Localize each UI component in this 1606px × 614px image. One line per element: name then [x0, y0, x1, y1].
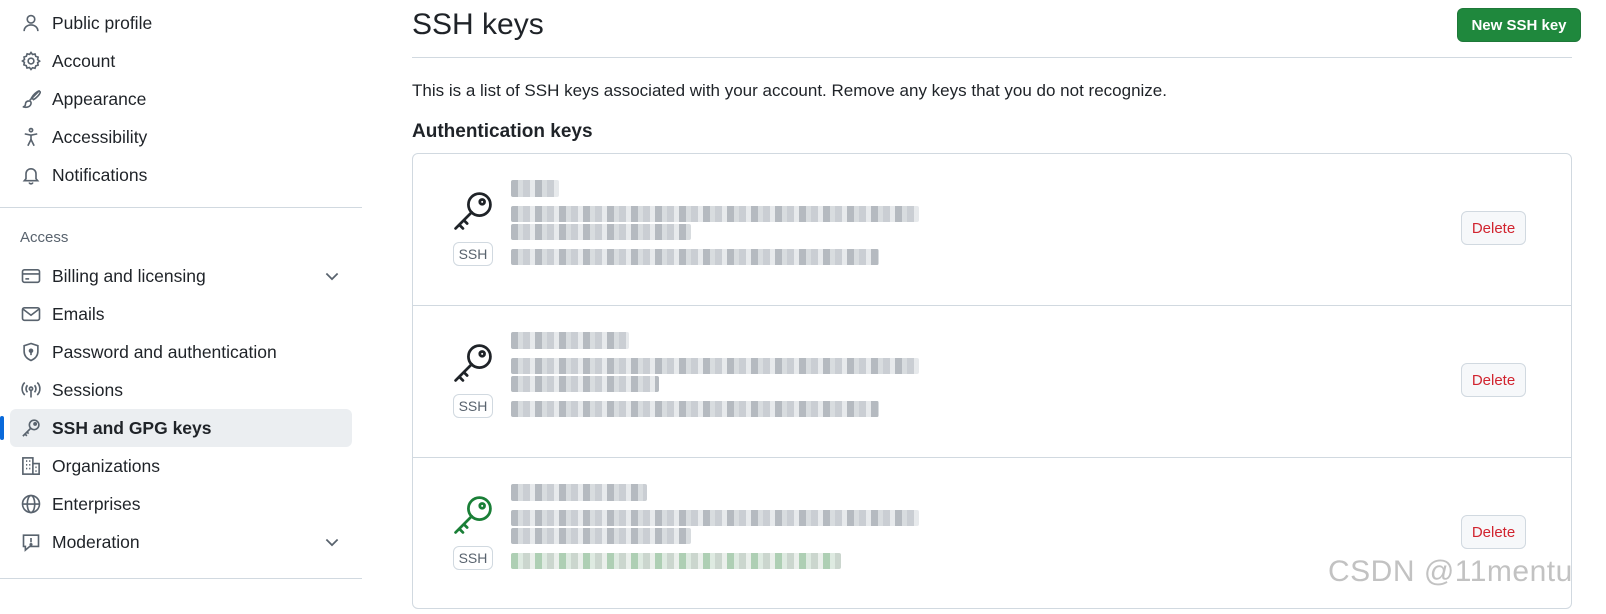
- sidebar-item-label: SSH and GPG keys: [52, 417, 212, 438]
- sidebar-item-accessibility[interactable]: Accessibility: [10, 118, 352, 156]
- section-heading: Authentication keys: [412, 121, 593, 142]
- sidebar-item-label: Moderation: [52, 531, 140, 552]
- bell-icon: [20, 164, 42, 186]
- sidebar-item-label: Emails: [52, 303, 105, 324]
- ssh-badge: SSH: [453, 546, 493, 570]
- settings-sidebar: Public profile Account Appearance Access…: [0, 0, 362, 614]
- key-row: SSH Delete: [413, 154, 1571, 306]
- key-title-redacted: [511, 180, 559, 197]
- sidebar-item-moderation[interactable]: Moderation: [10, 523, 352, 561]
- sidebar-item-label: Appearance: [52, 88, 147, 109]
- key-meta-redacted: [511, 249, 879, 265]
- ssh-keys-settings-page: Public profile Account Appearance Access…: [0, 0, 1606, 614]
- sidebar-item-label: Password and authentication: [52, 341, 277, 362]
- key-meta-redacted: [511, 553, 841, 569]
- key-details-redacted: [511, 484, 941, 578]
- ssh-badge: SSH: [453, 242, 493, 266]
- sidebar-item-ssh-gpg-keys[interactable]: SSH and GPG keys: [0, 409, 352, 447]
- sidebar-item-password-auth[interactable]: Password and authentication: [10, 333, 352, 371]
- sidebar-item-label: Notifications: [52, 164, 148, 185]
- key-row: SSH Delete: [413, 306, 1571, 458]
- sidebar-item-label: Billing and licensing: [52, 265, 206, 286]
- authentication-keys-list: SSH Delete SSH Delete SSH Delete: [412, 153, 1572, 609]
- gear-icon: [20, 50, 42, 72]
- sidebar-top-group: Public profile Account Appearance Access…: [0, 4, 362, 194]
- shield-lock-icon: [20, 341, 42, 363]
- sidebar-item-label: Public profile: [52, 12, 153, 33]
- new-ssh-key-button[interactable]: New SSH key: [1457, 8, 1581, 42]
- sidebar-item-emails[interactable]: Emails: [10, 295, 352, 333]
- ssh-badge: SSH: [453, 394, 493, 418]
- sidebar-item-sessions[interactable]: Sessions: [10, 371, 352, 409]
- key-icon: [454, 192, 492, 230]
- key-title-redacted: [511, 484, 647, 501]
- key-fingerprint-redacted: [511, 528, 691, 544]
- accessibility-icon: [20, 126, 42, 148]
- key-fingerprint-redacted: [511, 376, 659, 392]
- sidebar-item-label: Account: [52, 50, 116, 71]
- delete-key-button[interactable]: Delete: [1461, 515, 1526, 549]
- delete-key-button[interactable]: Delete: [1461, 211, 1526, 245]
- report-icon: [20, 531, 42, 553]
- organization-icon: [20, 455, 42, 477]
- sidebar-divider: [0, 207, 362, 208]
- key-icon: [20, 417, 42, 439]
- key-title-redacted: [511, 332, 629, 349]
- broadcast-icon: [20, 379, 42, 401]
- sidebar-section-access: Access: [20, 229, 69, 246]
- key-fingerprint-redacted: [511, 224, 691, 240]
- paintbrush-icon: [20, 88, 42, 110]
- sidebar-item-public-profile[interactable]: Public profile: [10, 4, 352, 42]
- delete-key-button[interactable]: Delete: [1461, 363, 1526, 397]
- chevron-down-icon[interactable]: [322, 266, 342, 286]
- key-icon: [454, 344, 492, 382]
- intro-text: This is a list of SSH keys associated wi…: [412, 81, 1167, 100]
- key-fingerprint-redacted: [511, 206, 919, 222]
- globe-icon: [20, 493, 42, 515]
- title-divider: [412, 57, 1572, 58]
- chevron-down-icon[interactable]: [322, 532, 342, 552]
- key-details-redacted: [511, 332, 941, 426]
- page-title: SSH keys: [412, 8, 544, 41]
- key-details-redacted: [511, 180, 941, 274]
- sidebar-divider: [0, 578, 362, 579]
- sidebar-item-organizations[interactable]: Organizations: [10, 447, 352, 485]
- sidebar-item-label: Organizations: [52, 455, 160, 476]
- sidebar-item-notifications[interactable]: Notifications: [10, 156, 352, 194]
- sidebar-item-billing[interactable]: Billing and licensing: [10, 257, 352, 295]
- key-fingerprint-redacted: [511, 358, 919, 374]
- sidebar-item-enterprises[interactable]: Enterprises: [10, 485, 352, 523]
- sidebar-item-label: Enterprises: [52, 493, 141, 514]
- key-icon: [454, 496, 492, 534]
- sidebar-item-label: Accessibility: [52, 126, 148, 147]
- key-fingerprint-redacted: [511, 510, 919, 526]
- sidebar-item-appearance[interactable]: Appearance: [10, 80, 352, 118]
- person-icon: [20, 12, 42, 34]
- watermark: CSDN @11mentu: [1328, 555, 1573, 588]
- mail-icon: [20, 303, 42, 325]
- key-meta-redacted: [511, 401, 879, 417]
- sidebar-item-account[interactable]: Account: [10, 42, 352, 80]
- sidebar-access-group: Billing and licensing Emails Password an…: [0, 257, 362, 561]
- credit-card-icon: [20, 265, 42, 287]
- sidebar-item-label: Sessions: [52, 379, 124, 400]
